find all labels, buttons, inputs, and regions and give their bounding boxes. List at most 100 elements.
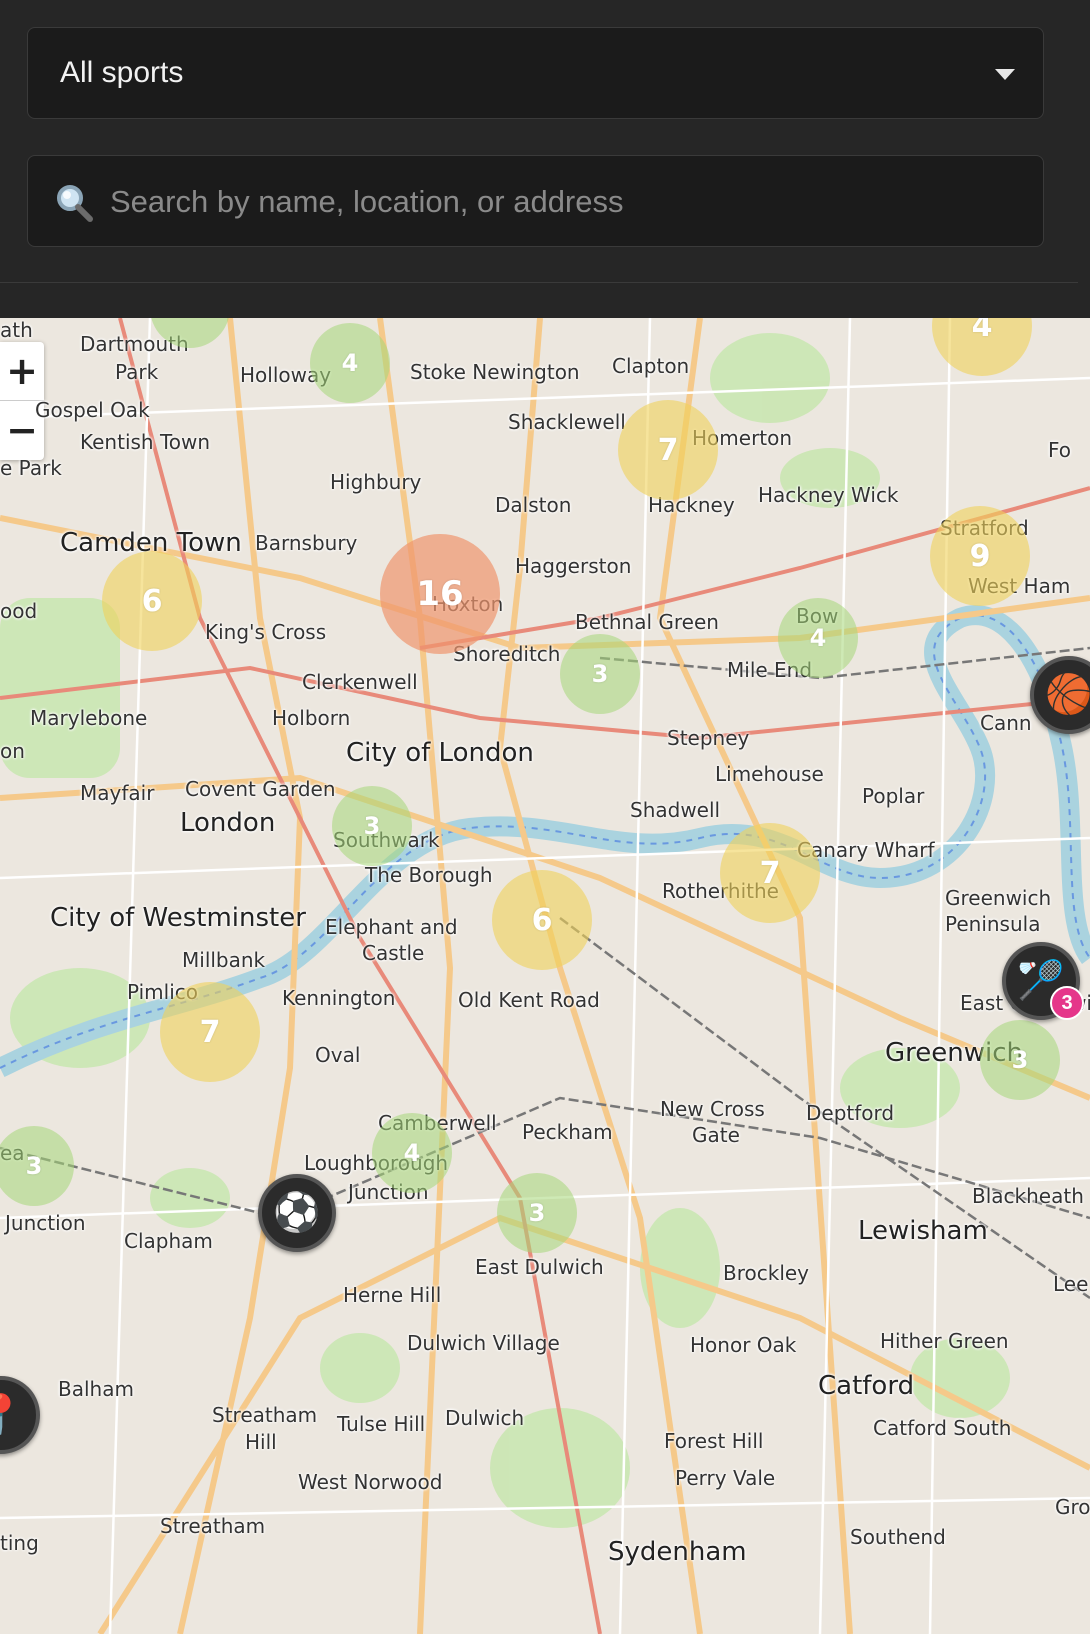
place-label: Highbury xyxy=(330,470,422,494)
place-label: Streatham xyxy=(160,1514,266,1538)
place-label: Peckham xyxy=(522,1120,613,1144)
place-label: Hackney Wick xyxy=(758,483,899,507)
cluster-count: 4 xyxy=(971,318,993,344)
cluster-marker[interactable]: 3 xyxy=(980,1020,1060,1100)
place-label: Gospel Oak xyxy=(35,398,150,422)
place-label: Peninsula xyxy=(945,912,1041,936)
place-label: Fo xyxy=(1048,438,1072,462)
place-label: on xyxy=(0,739,25,763)
place-label: Catford xyxy=(818,1371,915,1401)
place-label: e Park xyxy=(0,456,62,480)
place-label: Holborn xyxy=(272,706,351,730)
place-label: Dulwich Village xyxy=(407,1331,560,1355)
place-label: Millbank xyxy=(182,948,266,972)
place-label: Cann xyxy=(980,711,1032,735)
filter-panel: All sports xyxy=(0,0,1090,318)
place-label: Dulwich xyxy=(445,1406,525,1430)
place-label: Clapham xyxy=(124,1229,213,1253)
place-label: Perry Vale xyxy=(675,1466,776,1490)
cluster-marker[interactable]: 4 xyxy=(372,1113,452,1193)
search-icon xyxy=(57,185,93,222)
cluster-count: 7 xyxy=(199,1014,221,1050)
place-label: Limehouse xyxy=(715,762,824,786)
place-label: Stepney xyxy=(667,726,750,750)
football-icon: ⚽ xyxy=(273,1192,321,1234)
cluster-count: 7 xyxy=(657,432,679,468)
cluster-count: 3 xyxy=(363,812,381,840)
place-label: London xyxy=(180,808,276,838)
place-label: Bethnal Green xyxy=(575,610,719,634)
place-label: Dalston xyxy=(495,493,572,517)
cluster-marker[interactable]: 4 xyxy=(778,598,858,678)
place-label: Deptford xyxy=(806,1101,895,1125)
football-pin[interactable]: ⚽ xyxy=(258,1174,336,1252)
cluster-marker[interactable]: 6 xyxy=(102,551,202,651)
search-input[interactable] xyxy=(108,174,1012,230)
count-badge: 3 xyxy=(1050,986,1084,1020)
place-label: Tulse Hill xyxy=(337,1412,426,1436)
place-label: Elephant and xyxy=(325,915,458,939)
chevron-down-icon xyxy=(995,69,1015,80)
badminton-pin[interactable]: 🏸 3 xyxy=(1002,942,1084,1020)
place-label: Grov xyxy=(1055,1495,1090,1519)
place-label: Sydenham xyxy=(608,1537,747,1567)
place-label: Kennington xyxy=(282,986,396,1010)
map[interactable]: + − Dartmouth Park Holloway Stoke Newington… xyxy=(0,318,1090,1634)
place-label: Castle xyxy=(362,941,425,965)
cluster-marker[interactable]: 7 xyxy=(160,982,260,1082)
cluster-marker[interactable]: 4 xyxy=(310,323,390,403)
cluster-count: 4 xyxy=(403,1139,421,1167)
place-label: Brockley xyxy=(723,1261,810,1285)
place-label: Forest Hill xyxy=(664,1429,764,1453)
cluster-marker[interactable]: 3 xyxy=(560,634,640,714)
place-label: Clapton xyxy=(612,354,690,378)
sport-select-value: All sports xyxy=(60,56,184,89)
place-label: Barnsbury xyxy=(255,531,358,555)
place-label: Kentish Town xyxy=(80,430,211,454)
place-label: Southend xyxy=(850,1525,946,1549)
cluster-marker[interactable]: 9 xyxy=(930,506,1030,606)
zoom-in-button[interactable]: + xyxy=(0,342,44,401)
cluster-count: 4 xyxy=(809,624,827,652)
place-label: Covent Garden xyxy=(185,777,336,801)
place-label: Stoke Newington xyxy=(410,360,580,384)
place-label: Park xyxy=(115,360,159,384)
cluster-count: 2 xyxy=(182,318,199,322)
place-label: Lee xyxy=(1053,1272,1089,1296)
sport-select[interactable]: All sports xyxy=(27,27,1044,119)
cluster-marker[interactable]: 3 xyxy=(332,786,412,866)
place-label: Streatham xyxy=(212,1403,318,1427)
place-label: Honor Oak xyxy=(690,1333,797,1357)
place-label: City of London xyxy=(346,738,534,768)
search-box xyxy=(27,155,1044,247)
cluster-count: 3 xyxy=(528,1199,546,1227)
place-label: Hither Green xyxy=(880,1329,1009,1353)
place-label: Oval xyxy=(315,1043,361,1067)
cluster-count: 4 xyxy=(341,349,359,377)
place-label: ath xyxy=(0,318,33,342)
place-label: Greenwich xyxy=(945,886,1052,910)
panel-divider xyxy=(0,282,1078,283)
place-label: Haggerston xyxy=(515,554,632,578)
place-label: Shadwell xyxy=(630,798,721,822)
place-label: Poplar xyxy=(862,784,925,808)
cluster-count: 9 xyxy=(969,538,991,574)
cluster-marker[interactable]: 7 xyxy=(720,823,820,923)
place-label: New Cross xyxy=(660,1097,765,1121)
place-label: Clerkenwell xyxy=(302,670,418,694)
location-icon: 📍 xyxy=(0,1394,25,1436)
place-label: Mayfair xyxy=(80,781,155,805)
cluster-marker[interactable]: 7 xyxy=(618,400,718,500)
place-label: East Dulwich xyxy=(475,1255,604,1279)
place-label: ting xyxy=(0,1531,39,1555)
place-label: Marylebone xyxy=(30,706,148,730)
cluster-marker[interactable]: 16 xyxy=(380,534,500,654)
place-label: King's Cross xyxy=(205,620,327,644)
cluster-count: 6 xyxy=(531,902,553,938)
place-label: Hill xyxy=(245,1430,277,1454)
cluster-marker[interactable]: 3 xyxy=(497,1173,577,1253)
place-label: West Norwood xyxy=(298,1470,443,1494)
cluster-marker[interactable]: 6 xyxy=(492,870,592,970)
place-label: The Borough xyxy=(365,863,493,887)
basketball-icon: 🏀 xyxy=(1045,674,1090,716)
